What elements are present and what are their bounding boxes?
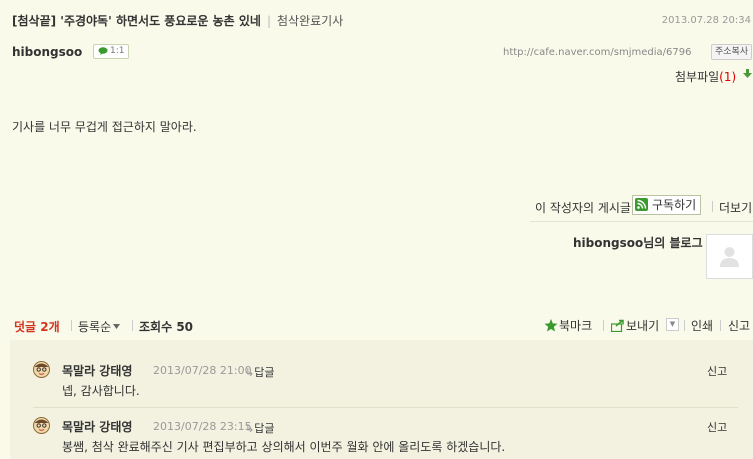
reply-arrow-icon: ↳ bbox=[245, 366, 255, 379]
subscribe-label: 이 작성자의 게시글 bbox=[535, 201, 631, 215]
chat-badge-label: 1:1 bbox=[110, 46, 125, 56]
commenter-avatar-icon[interactable] bbox=[33, 361, 50, 378]
comment-text: 봉쌤, 첨삭 완료해주신 기사 편집부하고 상의해서 이번주 월화 안에 올리도… bbox=[62, 440, 506, 454]
reply-button[interactable]: ↳답글 bbox=[245, 420, 274, 436]
attachment-count: (1) bbox=[719, 70, 737, 84]
author-blog-link[interactable]: hibongsoo님의 블로그 bbox=[573, 234, 703, 251]
article-url: http://cafe.naver.com/smjmedia/6796 bbox=[503, 47, 692, 58]
sort-label: 등록순 bbox=[78, 320, 112, 334]
comment-divider bbox=[33, 407, 738, 408]
view-count: 조회수 50 bbox=[139, 318, 193, 335]
reply-button[interactable]: ↳답글 bbox=[245, 364, 274, 380]
comment-author[interactable]: 목말라 강태영 bbox=[62, 362, 132, 379]
speech-bubble-icon bbox=[98, 46, 108, 55]
default-avatar-icon bbox=[720, 247, 739, 267]
article-date: 2013.07.28 20:34 bbox=[661, 15, 751, 26]
divider bbox=[712, 201, 713, 212]
comment-report-button[interactable]: 신고 bbox=[707, 363, 727, 379]
chat-button[interactable]: 1:1 bbox=[93, 44, 130, 59]
star-icon bbox=[544, 319, 558, 332]
attachment-label: 첨부파일 bbox=[675, 70, 720, 84]
comment-count[interactable]: 덧글 2개 bbox=[14, 318, 60, 335]
send-label: 보내기 bbox=[626, 319, 660, 333]
bookmark-button[interactable]: 북마크 bbox=[544, 317, 592, 334]
reply-label: 답글 bbox=[254, 422, 275, 435]
chevron-down-icon bbox=[113, 324, 121, 329]
reply-label: 답글 bbox=[254, 366, 275, 379]
attachment-link[interactable]: 첨부파일(1) bbox=[675, 68, 736, 85]
comment-date: 2013/07/28 23:15 bbox=[153, 420, 252, 433]
commenter-avatar-icon[interactable] bbox=[33, 417, 50, 434]
title-divider: | bbox=[266, 14, 272, 28]
divider-line bbox=[530, 221, 753, 222]
divider bbox=[720, 320, 721, 331]
comment-date: 2013/07/28 21:00 bbox=[153, 364, 252, 377]
subscribe-button-label: 구독하기 bbox=[652, 198, 697, 212]
share-icon bbox=[610, 319, 624, 333]
article-body: 기사를 너무 무겁게 접근하지 말아라. bbox=[12, 120, 197, 134]
blog-avatar[interactable] bbox=[706, 234, 753, 279]
rss-icon bbox=[635, 198, 648, 211]
divider bbox=[603, 320, 604, 331]
comment-report-button[interactable]: 신고 bbox=[707, 419, 727, 435]
download-icon[interactable] bbox=[743, 69, 752, 79]
sort-dropdown[interactable]: 등록순 bbox=[78, 318, 121, 335]
views-label: 조회수 bbox=[139, 320, 173, 334]
reply-arrow-icon: ↳ bbox=[245, 422, 255, 435]
article-title[interactable]: [첨삭끝] '주경야독' 하면서도 풍요로운 농촌 있네 bbox=[12, 14, 261, 28]
copy-url-button[interactable]: 주소복사 bbox=[711, 44, 753, 60]
send-button[interactable]: 보내기 bbox=[610, 317, 660, 334]
report-button[interactable]: 신고 bbox=[728, 317, 750, 334]
article-category[interactable]: 첨삭완료기사 bbox=[277, 14, 343, 28]
caret-down-icon: ▼ bbox=[669, 320, 676, 328]
bookmark-label: 북마크 bbox=[559, 319, 593, 333]
article-title-row: [첨삭끝] '주경야독' 하면서도 풍요로운 농촌 있네 | 첨삭완료기사 bbox=[12, 12, 343, 29]
author-name[interactable]: hibongsoo bbox=[12, 45, 82, 59]
divider bbox=[132, 320, 133, 331]
comment-author[interactable]: 목말라 강태영 bbox=[62, 418, 132, 435]
views-value: 50 bbox=[176, 320, 194, 334]
more-link[interactable]: 더보기 bbox=[719, 199, 752, 216]
print-button[interactable]: 인쇄 bbox=[691, 317, 713, 334]
divider bbox=[684, 320, 685, 331]
send-options-dropdown[interactable]: ▼ bbox=[666, 318, 679, 331]
divider bbox=[71, 320, 72, 331]
comment-text: 넵, 감사합니다. bbox=[62, 384, 140, 398]
subscribe-button[interactable]: 구독하기 bbox=[632, 195, 702, 215]
